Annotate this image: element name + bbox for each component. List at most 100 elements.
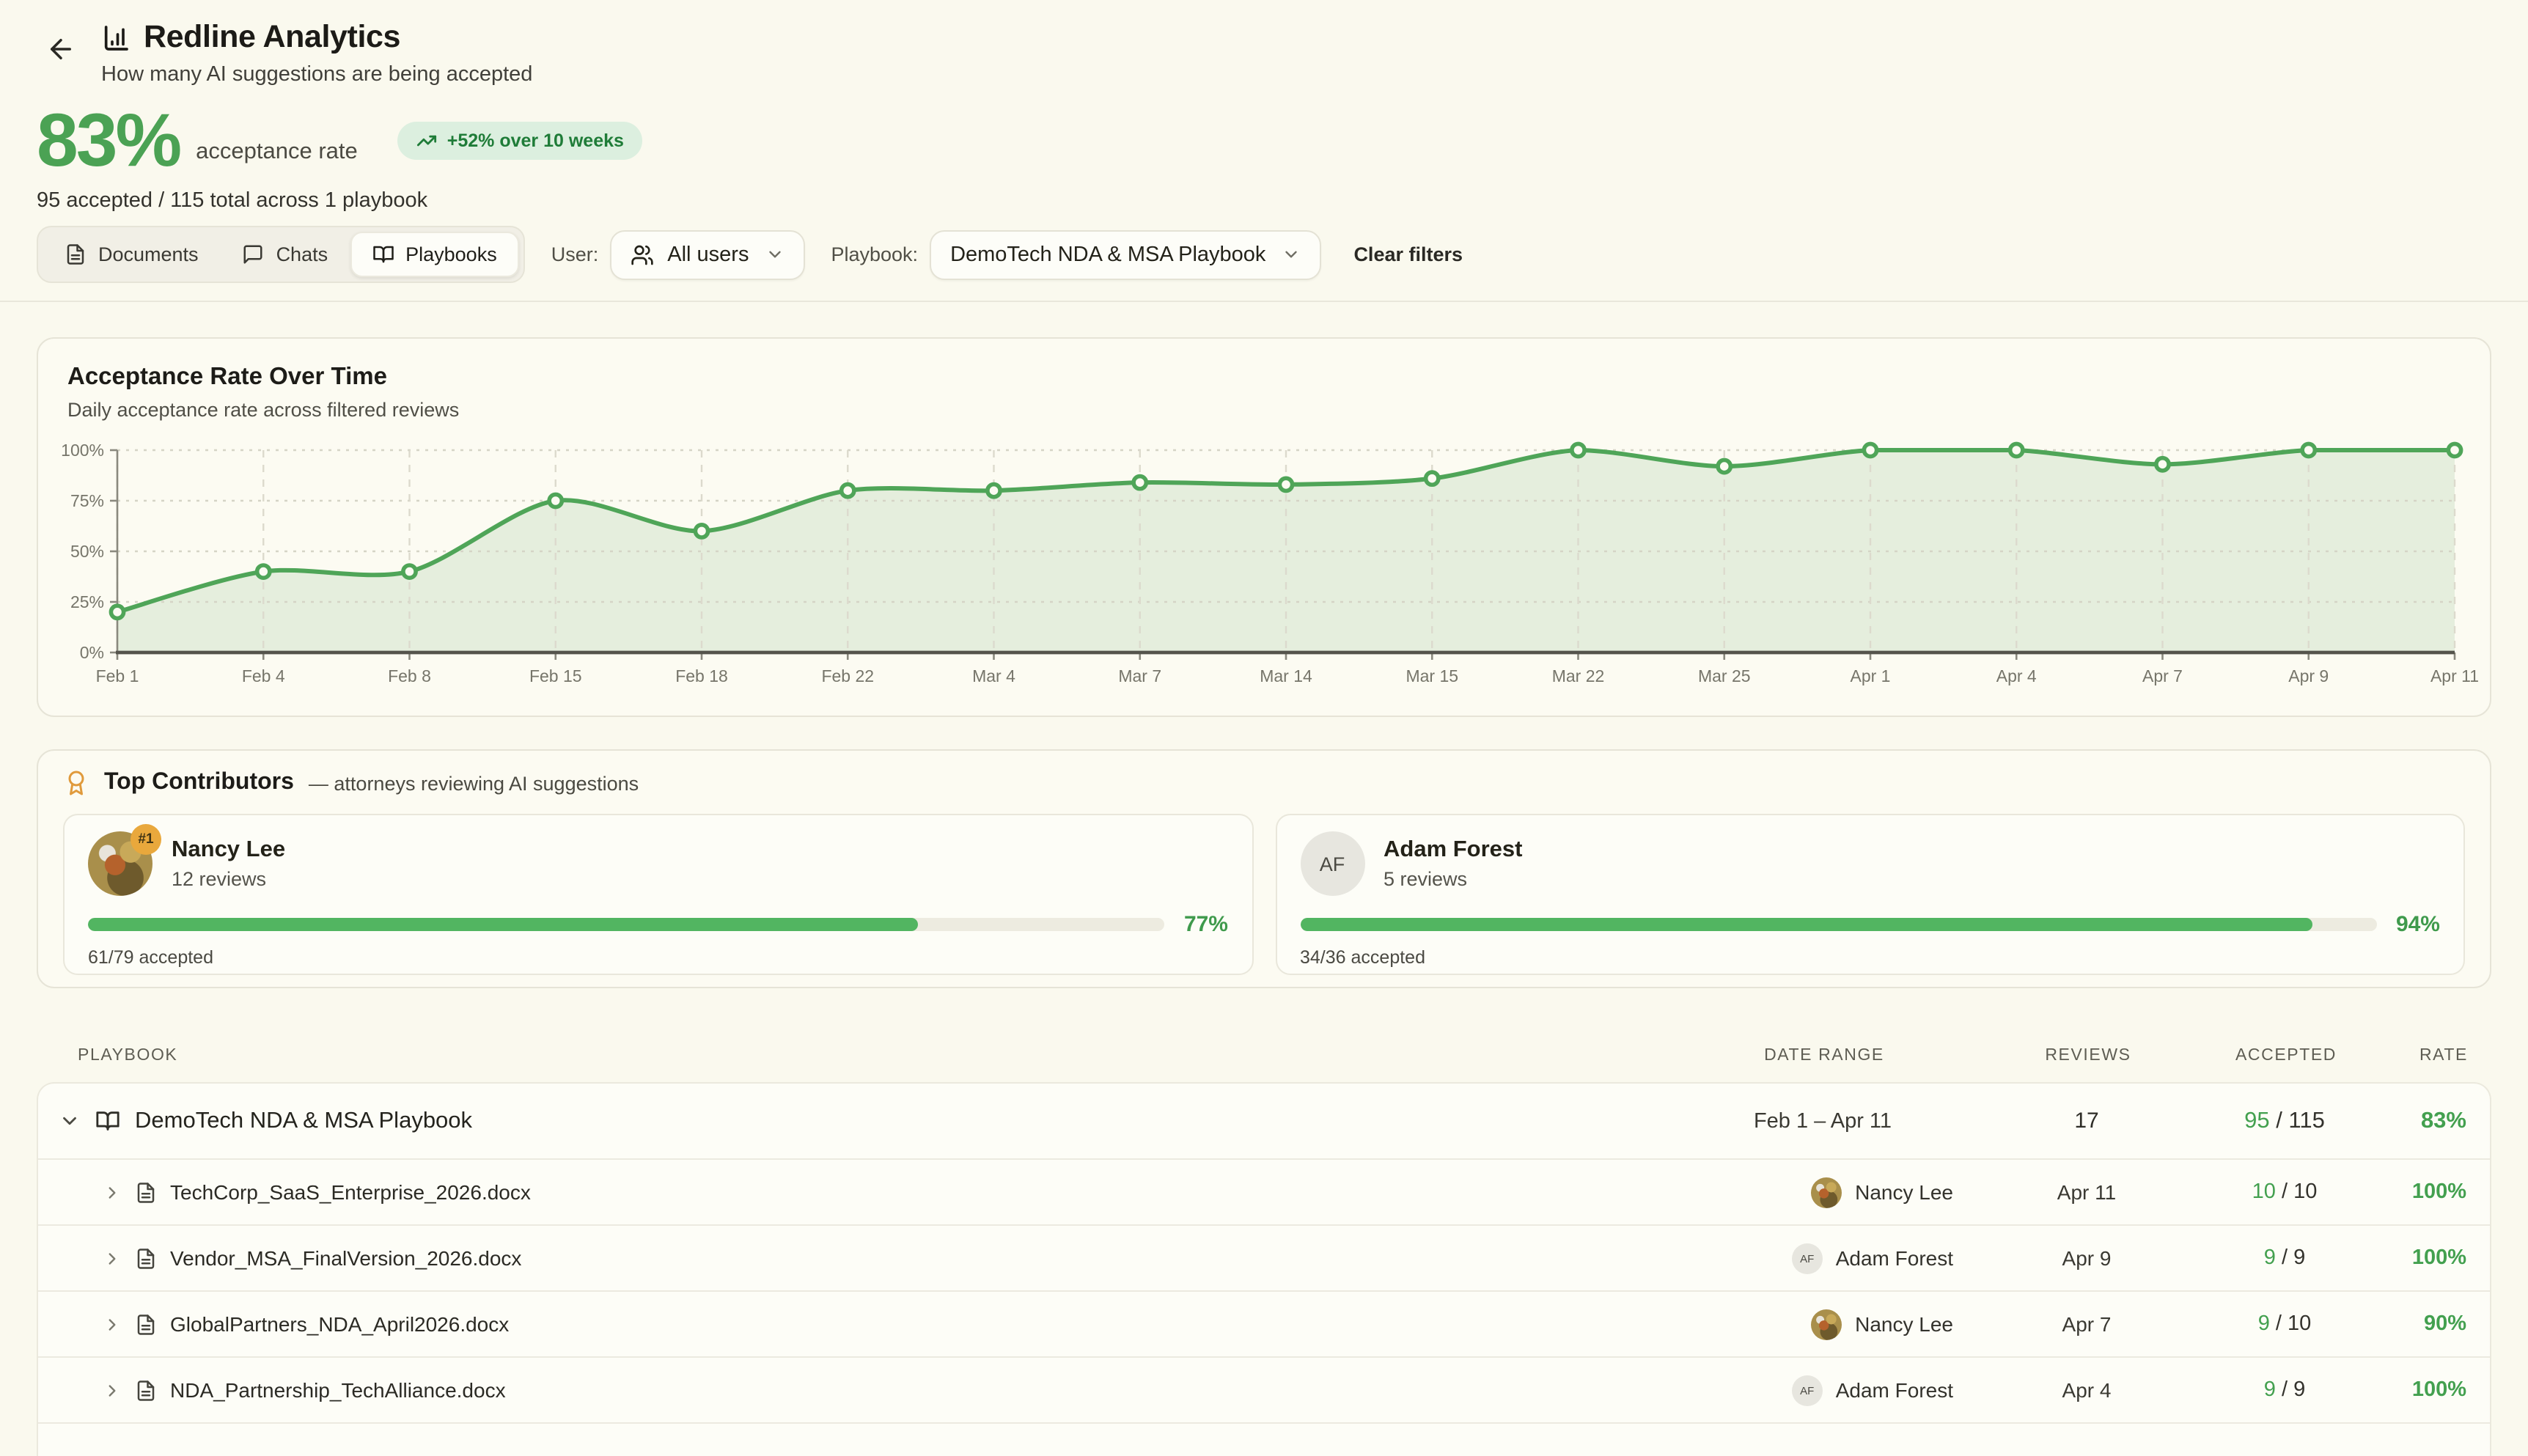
chevron-down-icon[interactable] (59, 1110, 81, 1132)
avatar (1811, 1177, 1842, 1207)
document-row[interactable]: Vendor_MSA_FinalVersion_2026.docx AF Ada… (38, 1224, 2490, 1290)
document-accepted: 9 / 9 (2182, 1246, 2387, 1270)
column-header-playbook: PLAYBOOK (78, 1047, 1656, 1065)
trending-up-icon (416, 130, 437, 150)
column-header-date-range: DATE RANGE (1656, 1047, 1993, 1065)
reviewer-name: Adam Forest (1836, 1246, 1953, 1270)
svg-text:100%: 100% (61, 441, 104, 460)
contributors-subtitle: — attorneys reviewing AI suggestions (309, 772, 639, 794)
document-accepted: 9 / 10 (2182, 1312, 2387, 1336)
file-text-icon (135, 1247, 157, 1269)
acceptance-stats: 83% acceptance rate +52% over 10 weeks 9… (0, 103, 2528, 213)
tab-documents-label: Documents (98, 243, 199, 265)
contributor-accepted: 34/36 accepted (1300, 947, 2440, 968)
acceptance-progress-bar (88, 918, 1165, 931)
playbook-table: DemoTech NDA & MSA Playbook Feb 1 – Apr … (37, 1082, 2491, 1456)
clear-filters-button[interactable]: Clear filters (1353, 243, 1463, 265)
column-header-accepted: ACCEPTED (2183, 1047, 2389, 1065)
reviewer-name: Adam Forest (1836, 1378, 1953, 1402)
review-date: Apr 9 (1991, 1246, 2182, 1270)
playbook-filter-value: DemoTech NDA & MSA Playbook (950, 243, 1265, 266)
contributor-percent: 77% (1184, 912, 1228, 937)
svg-text:Mar 14: Mar 14 (1260, 666, 1312, 685)
document-filename: TechCorp_SaaS_Enterprise_2026.docx (170, 1180, 531, 1204)
contributor-name: Adam Forest (1384, 837, 1523, 864)
acceptance-rate-chart-card: Acceptance Rate Over Time Daily acceptan… (37, 337, 2491, 717)
document-filename: NDA_Partnership_TechAlliance.docx (170, 1378, 506, 1402)
document-filename: Vendor_MSA_FinalVersion_2026.docx (170, 1246, 521, 1270)
document-row[interactable]: GlobalPartners_NDA_April2026.docx Nancy … (38, 1290, 2490, 1356)
chevron-right-icon[interactable] (103, 1183, 122, 1202)
filter-bar: Documents Chats Playbooks User: All user… (37, 226, 2528, 283)
playbook-reviews: 17 (1991, 1108, 2182, 1133)
page-subtitle: How many AI suggestions are being accept… (101, 63, 2528, 87)
tab-playbooks-label: Playbooks (405, 243, 497, 265)
svg-text:50%: 50% (70, 542, 104, 561)
document-rate: 100% (2387, 1378, 2490, 1402)
document-rate: 100% (2387, 1180, 2490, 1204)
book-open-icon (95, 1108, 120, 1133)
document-accepted: 10 / 10 (2182, 1180, 2387, 1204)
svg-text:Apr 9: Apr 9 (2288, 666, 2329, 685)
chevron-right-icon[interactable] (103, 1380, 122, 1400)
trend-badge: +52% over 10 weeks (397, 121, 643, 159)
tab-chats-label: Chats (276, 243, 328, 265)
chevron-right-icon[interactable] (103, 1315, 122, 1334)
svg-text:Feb 4: Feb 4 (242, 666, 285, 685)
award-icon (63, 770, 89, 796)
document-filename: GlobalPartners_NDA_April2026.docx (170, 1312, 509, 1336)
chevron-down-icon (1282, 245, 1301, 264)
playbook-date-range: Feb 1 – Apr 11 (1654, 1109, 1991, 1133)
avatar: AF (1792, 1375, 1823, 1405)
tab-chats[interactable]: Chats (221, 232, 350, 277)
chart-subtitle: Daily acceptance rate across filtered re… (67, 399, 2461, 421)
user-filter-value: All users (667, 243, 749, 266)
users-icon (631, 243, 654, 266)
playbook-name: DemoTech NDA & MSA Playbook (135, 1108, 472, 1134)
document-rate: 90% (2387, 1312, 2490, 1336)
document-row[interactable]: NDA_Partnership_TechAlliance.docx AF Ada… (38, 1356, 2490, 1422)
playbook-filter-label: Playbook: (831, 243, 918, 265)
contributor-name: Nancy Lee (172, 837, 285, 864)
table-row-partial (38, 1422, 2490, 1456)
contributor-reviews: 12 reviews (172, 868, 285, 890)
header-divider (0, 301, 2528, 302)
chart-title: Acceptance Rate Over Time (67, 364, 2461, 391)
user-filter-label: User: (551, 243, 599, 265)
file-text-icon (135, 1313, 157, 1335)
playbook-table-section: PLAYBOOK DATE RANGE REVIEWS ACCEPTED RAT… (37, 1047, 2491, 1456)
review-date: Apr 4 (1991, 1378, 2182, 1402)
contributor-card-nancy-lee: #1 Nancy Lee 12 reviews 77% 61/79 accept… (63, 814, 1253, 975)
back-button[interactable] (45, 34, 76, 69)
svg-text:Feb 8: Feb 8 (388, 666, 431, 685)
acceptance-summary: 95 accepted / 115 total across 1 playboo… (37, 189, 2528, 213)
svg-text:75%: 75% (70, 491, 104, 510)
tab-playbooks[interactable]: Playbooks (350, 232, 519, 277)
table-header-row: PLAYBOOK DATE RANGE REVIEWS ACCEPTED RAT… (37, 1047, 2491, 1082)
acceptance-rate-label: acceptance rate (196, 139, 358, 165)
top-contributors-card: Top Contributors — attorneys reviewing A… (37, 749, 2491, 988)
document-row[interactable]: TechCorp_SaaS_Enterprise_2026.docx Nancy… (38, 1158, 2490, 1224)
avatar: AF (1792, 1243, 1823, 1273)
playbook-group-row[interactable]: DemoTech NDA & MSA Playbook Feb 1 – Apr … (38, 1084, 2490, 1158)
chevron-down-icon (765, 245, 784, 264)
rank-badge: #1 (131, 824, 161, 855)
playbook-rate: 83% (2387, 1108, 2490, 1134)
column-header-reviews: REVIEWS (1993, 1047, 2183, 1065)
chevron-right-icon[interactable] (103, 1249, 122, 1268)
chart-column-icon (101, 23, 131, 52)
tab-documents[interactable]: Documents (43, 232, 221, 277)
contributor-accepted: 61/79 accepted (88, 947, 1228, 968)
svg-text:Mar 4: Mar 4 (972, 666, 1015, 685)
contributor-percent: 94% (2396, 912, 2440, 937)
svg-text:Apr 1: Apr 1 (1851, 666, 1891, 685)
file-text-icon (135, 1181, 157, 1203)
svg-text:Mar 7: Mar 7 (1118, 666, 1161, 685)
reviewer-name: Nancy Lee (1855, 1180, 1953, 1204)
svg-text:Mar 15: Mar 15 (1406, 666, 1458, 685)
svg-text:Mar 25: Mar 25 (1698, 666, 1751, 685)
review-date: Apr 11 (1991, 1180, 2182, 1204)
svg-text:Apr 4: Apr 4 (1996, 666, 2037, 685)
user-filter-dropdown[interactable]: All users (610, 229, 804, 279)
playbook-filter-dropdown[interactable]: DemoTech NDA & MSA Playbook (930, 229, 1321, 279)
